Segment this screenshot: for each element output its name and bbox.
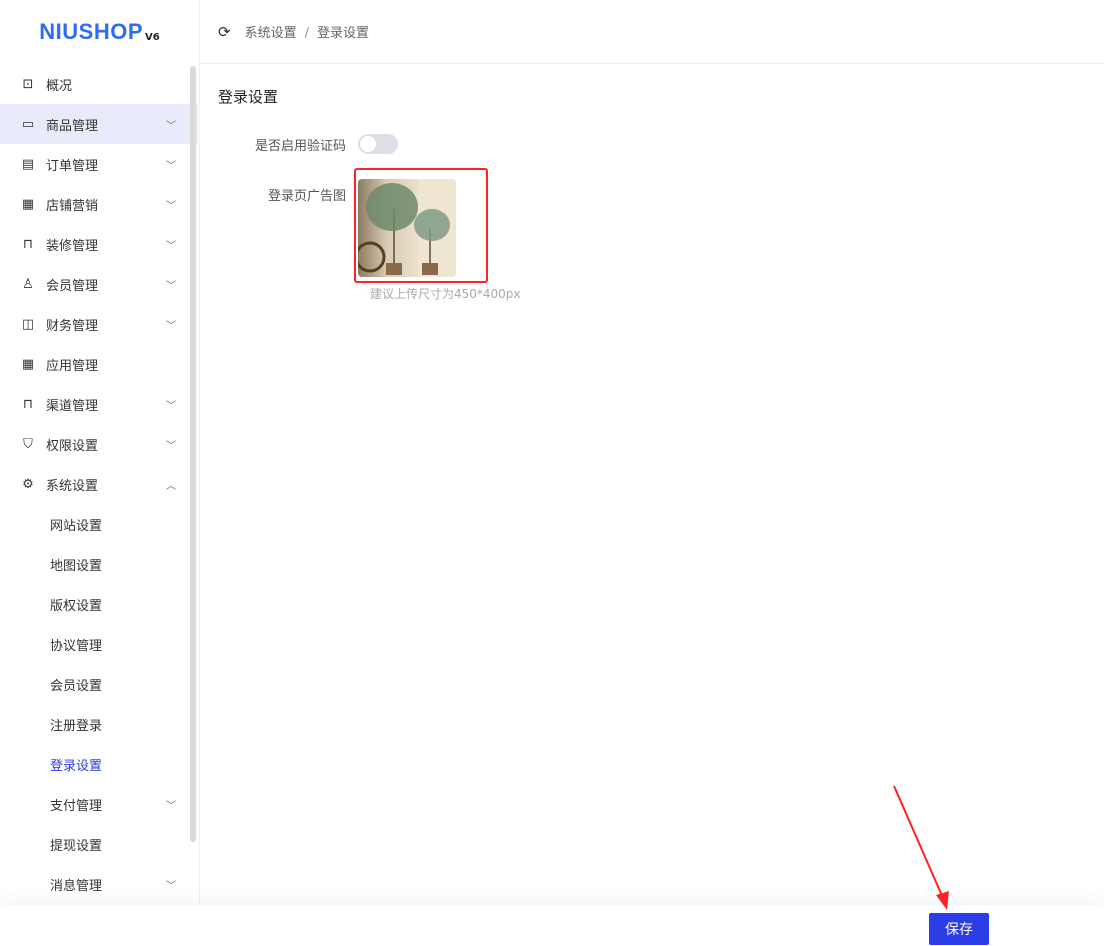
- sidebar-subitem-member-settings[interactable]: 会员设置: [0, 664, 198, 704]
- ad-image-label: 登录页广告图: [267, 189, 346, 204]
- sidebar-subitem-register-login[interactable]: 注册登录: [0, 704, 198, 744]
- sidebar-subitem-payment[interactable]: 支付管理 ﹀: [0, 784, 198, 824]
- sidebar-item-decoration[interactable]: ⊓ 装修管理 ﹀: [0, 224, 198, 264]
- captcha-row: 是否启用验证码: [218, 134, 398, 154]
- sidebar-subitem-map[interactable]: 地图设置: [0, 544, 198, 584]
- label: 商品管理: [46, 118, 99, 134]
- sidebar-subitem-withdraw[interactable]: 提现设置: [0, 824, 198, 864]
- main-content: 登录设置: [218, 86, 278, 107]
- sidebar-subitem-website[interactable]: 网站设置: [0, 504, 198, 544]
- label: 提现设置: [50, 838, 103, 854]
- sidebar-subitem-login-settings[interactable]: 登录设置: [0, 744, 198, 784]
- label: 装修管理: [46, 238, 99, 254]
- chevron-down-icon: ﹀: [166, 240, 176, 252]
- sidebar-item-members[interactable]: ♙ 会员管理 ﹀: [0, 264, 198, 304]
- chevron-down-icon: ﹀: [166, 320, 176, 332]
- label: 财务管理: [46, 318, 99, 334]
- sidebar-item-permissions[interactable]: ⛉ 权限设置 ﹀: [0, 424, 198, 464]
- refresh-icon[interactable]: ⟳: [218, 23, 231, 41]
- brush-icon: ⊓: [22, 236, 34, 252]
- gear-icon: ⚙: [22, 476, 34, 492]
- label: 应用管理: [46, 358, 99, 374]
- label: 协议管理: [50, 638, 103, 654]
- sidebar-item-goods[interactable]: ▭ 商品管理 ﹀: [0, 104, 198, 144]
- chevron-down-icon: ﹀: [166, 160, 176, 172]
- sidebar-menu: ⊡ 概况 ▭ 商品管理 ﹀ ▤ 订单管理 ﹀ ▦ 店铺营销 ﹀ ⊓ 装修管理 ﹀ ♙ 会员管理 ﹀ ◫…: [0, 64, 198, 904]
- label: 会员管理: [46, 278, 99, 294]
- label: 权限设置: [46, 438, 99, 454]
- sidebar-item-overview[interactable]: ⊡ 概况: [0, 64, 198, 104]
- label: 登录设置: [50, 758, 103, 774]
- sidebar-subitem-messages[interactable]: 消息管理 ﹀: [0, 864, 198, 904]
- sidebar-item-orders[interactable]: ▤ 订单管理 ﹀: [0, 144, 198, 184]
- breadcrumb-separator: /: [304, 26, 309, 41]
- breadcrumb-item: 登录设置: [316, 26, 369, 41]
- label: 店铺营销: [46, 198, 99, 214]
- chevron-down-icon: ﹀: [166, 200, 176, 212]
- sidebar: NIUSHOP V6 ⊡ 概况 ▭ 商品管理 ﹀ ▤ 订单管理 ﹀ ▦ 店铺营销 ﹀ ⊓ 装修管…: [0, 0, 200, 946]
- sidebar-item-marketing[interactable]: ▦ 店铺营销 ﹀: [0, 184, 198, 224]
- page-title: 登录设置: [218, 88, 279, 106]
- label: 版权设置: [50, 598, 103, 614]
- save-button[interactable]: 保存: [929, 913, 989, 945]
- logo-text: NIUSHOP: [39, 19, 144, 44]
- label: 支付管理: [50, 798, 103, 814]
- chevron-down-icon: ﹀: [166, 440, 176, 452]
- user-icon: ♙: [22, 276, 34, 292]
- chart-icon: ⊡: [22, 76, 34, 92]
- header: ⟳ 系统设置 / 登录设置: [200, 0, 1104, 64]
- label: 会员设置: [50, 678, 103, 694]
- breadcrumb-item[interactable]: 系统设置: [245, 26, 297, 41]
- captcha-toggle[interactable]: [358, 134, 398, 154]
- logo: NIUSHOP V6: [0, 0, 199, 64]
- label: 地图设置: [50, 558, 103, 574]
- grid-icon: ▦: [21, 196, 35, 212]
- chevron-up-icon: ︿: [166, 480, 176, 492]
- label: 消息管理: [50, 878, 103, 894]
- sidebar-subitem-agreement[interactable]: 协议管理: [0, 624, 198, 664]
- label: 网站设置: [50, 518, 103, 534]
- captcha-label: 是否启用验证码: [254, 138, 346, 154]
- annotation-highlight-box: [354, 168, 488, 283]
- card-icon: ▭: [21, 116, 35, 132]
- sidebar-item-channels[interactable]: ⊓ 渠道管理 ﹀: [0, 384, 198, 424]
- breadcrumb: 系统设置 / 登录设置: [245, 22, 369, 41]
- chevron-down-icon: ﹀: [166, 280, 176, 292]
- apps-icon: ▦: [21, 356, 35, 372]
- label: 注册登录: [50, 718, 103, 734]
- ad-image-tip: 建议上传尺寸为450*400px: [370, 287, 521, 301]
- label: 订单管理: [46, 158, 99, 174]
- sidebar-item-system[interactable]: ⚙ 系统设置 ︿: [0, 464, 198, 504]
- sidebar-item-finance[interactable]: ◫ 财务管理 ﹀: [0, 304, 198, 344]
- chevron-down-icon: ﹀: [166, 400, 176, 412]
- label: 概况: [46, 78, 73, 94]
- label: 系统设置: [46, 478, 99, 494]
- channel-icon: ⊓: [22, 396, 34, 412]
- sidebar-scrollbar[interactable]: [190, 66, 196, 842]
- wallet-icon: ◫: [21, 316, 35, 332]
- shield-icon: ⛉: [23, 436, 33, 452]
- chevron-down-icon: ﹀: [166, 800, 176, 812]
- label: 渠道管理: [46, 398, 99, 414]
- chevron-down-icon: ﹀: [166, 880, 176, 892]
- sidebar-subitem-copyright[interactable]: 版权设置: [0, 584, 198, 624]
- logo-version: V6: [145, 31, 160, 43]
- order-icon: ▤: [21, 156, 35, 172]
- sidebar-item-apps[interactable]: ▦ 应用管理: [0, 344, 198, 384]
- chevron-down-icon: ﹀: [166, 120, 176, 132]
